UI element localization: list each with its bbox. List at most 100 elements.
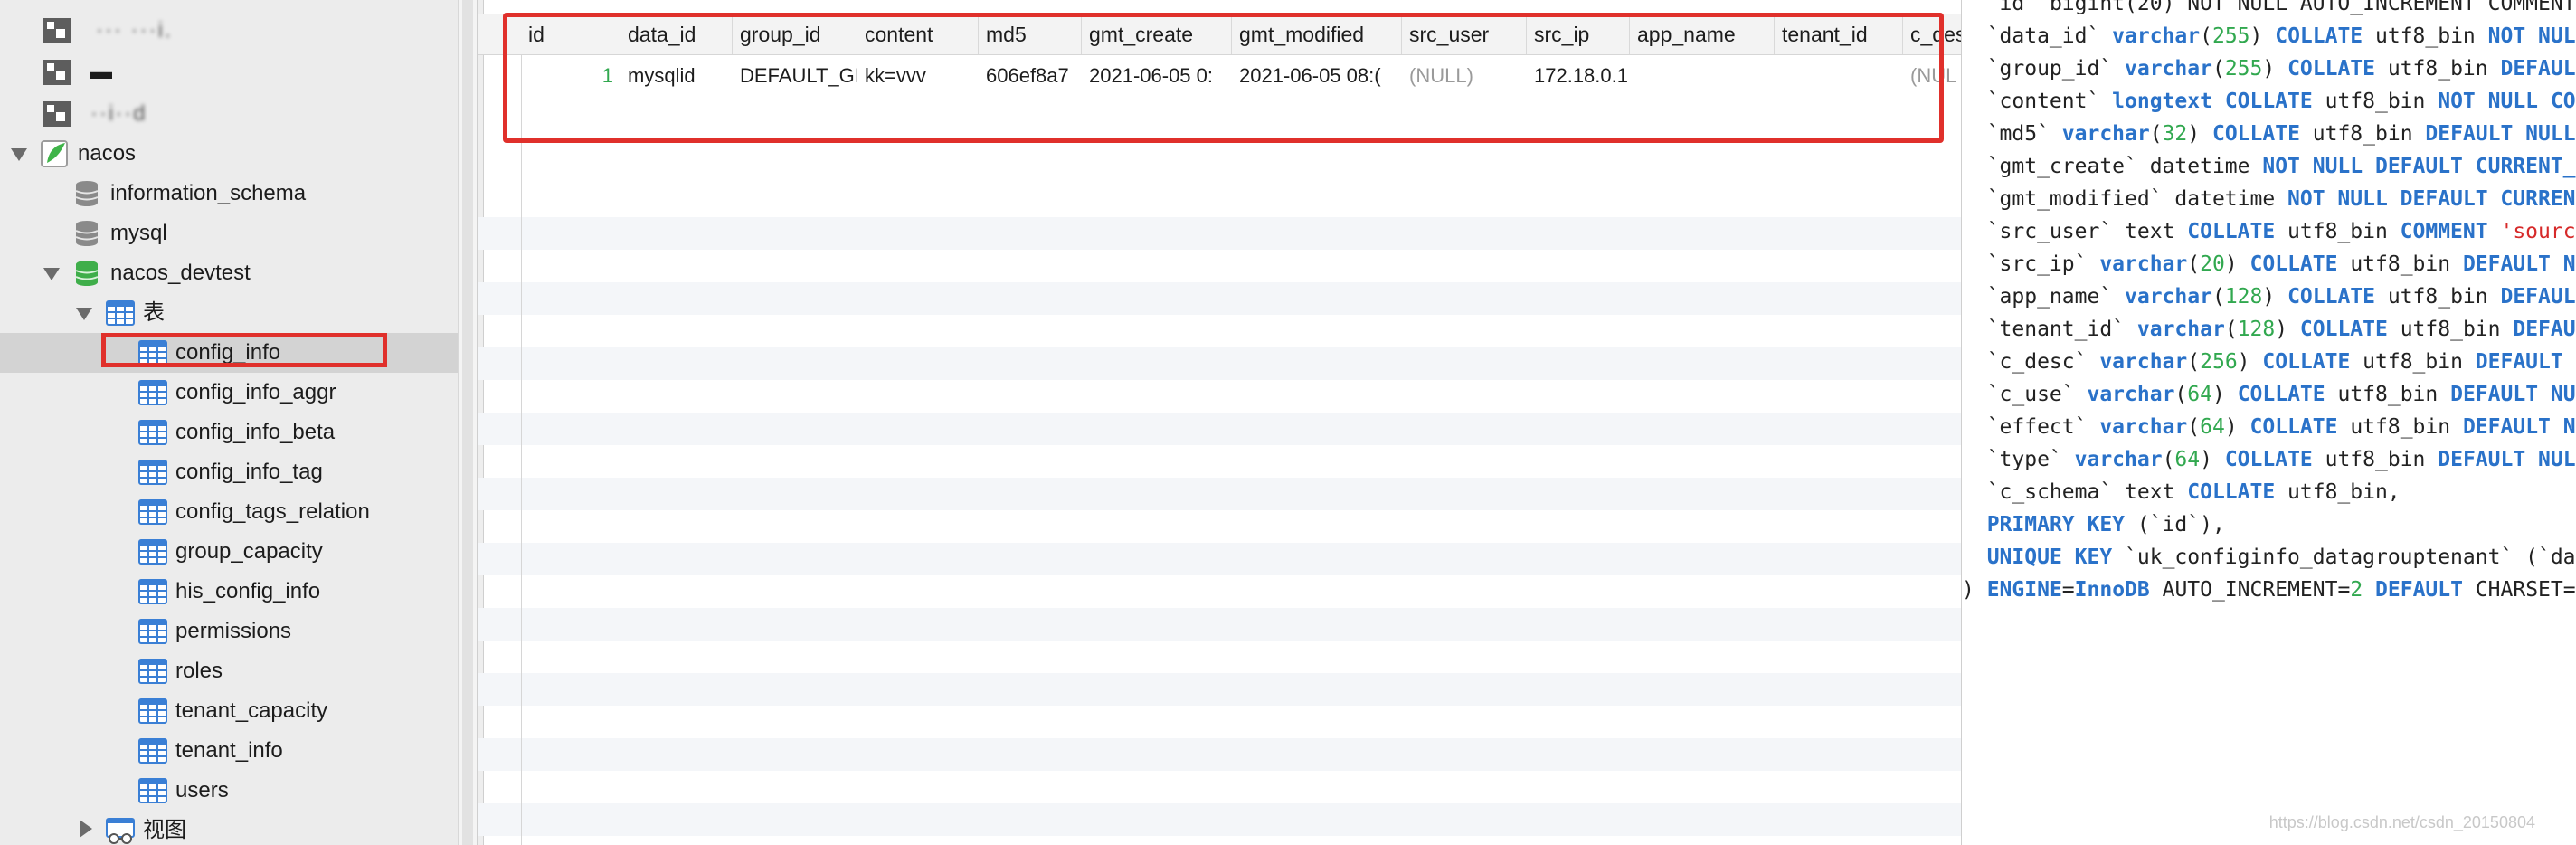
column-header[interactable]: content bbox=[857, 14, 979, 54]
tree-item-label: information_schema bbox=[110, 181, 307, 205]
tree-item-label: ▬ bbox=[90, 60, 112, 84]
tree-item-database-information-schema[interactable]: information_schema bbox=[0, 174, 458, 214]
table-cell[interactable]: 2021-06-05 0: bbox=[1082, 56, 1232, 96]
table-row[interactable]: 1 mysqlid DEFAULT_GI kk=vvv 606ef8a7 2021-06-… bbox=[478, 56, 1961, 96]
tree-item-table[interactable]: tenant_info bbox=[0, 731, 458, 771]
code-token: DEFAULT NULL C bbox=[2425, 122, 2576, 146]
tree-item-table[interactable]: config_info_aggr bbox=[0, 373, 458, 413]
tree-item-database-nacos-devtest[interactable]: nacos_devtest bbox=[0, 253, 458, 293]
table-cell[interactable] bbox=[1630, 56, 1775, 96]
tree-item-table[interactable]: config_info_tag bbox=[0, 452, 458, 492]
tree-item-connection-3[interactable]: ··i··d bbox=[0, 94, 458, 134]
ddl-preview-panel: `id` bigint(20) NOT NULL AUTO_INCREMENT … bbox=[1961, 0, 2576, 845]
tree-item-database-mysql[interactable]: mysql bbox=[0, 214, 458, 253]
code-token: 64 bbox=[2174, 448, 2201, 471]
tree-item-table[interactable]: roles bbox=[0, 651, 458, 691]
splitter-grip[interactable] bbox=[462, 0, 473, 845]
code-token: 64 bbox=[2187, 383, 2212, 406]
server-icon bbox=[42, 58, 72, 87]
column-header[interactable]: gmt_modified bbox=[1232, 14, 1402, 54]
table-cell[interactable]: 1 bbox=[521, 56, 620, 96]
table-cell[interactable]: (NUL bbox=[1903, 56, 1961, 96]
tree-item-label: tenant_capacity bbox=[175, 698, 328, 723]
table-cell[interactable]: 2021-06-05 08:( bbox=[1232, 56, 1402, 96]
column-header[interactable]: c_des bbox=[1903, 14, 1961, 54]
code-token: 255 bbox=[2211, 24, 2250, 48]
code-token: varchar bbox=[2125, 57, 2212, 81]
code-line: `gmt_modified` datetime NOT NULL DEFAULT… bbox=[1962, 183, 2576, 215]
code-token: ) bbox=[2275, 318, 2300, 341]
tree-item-table[interactable]: config_tags_relation bbox=[0, 492, 458, 532]
code-line: `group_id` varchar(255) COLLATE utf8_bin… bbox=[1962, 52, 2576, 85]
disclosure-down-icon[interactable] bbox=[43, 268, 60, 280]
tree-item-label: config_tags_relation bbox=[175, 499, 370, 524]
code-token: InnoDB bbox=[2074, 578, 2150, 602]
code-line: PRIMARY KEY (`id`), bbox=[1962, 508, 2225, 541]
tree-item-views-folder[interactable]: 视图 bbox=[0, 811, 458, 845]
tree-item-tables-folder[interactable]: 表 bbox=[0, 293, 458, 333]
sidebar-splitter[interactable] bbox=[458, 0, 478, 845]
column-header[interactable]: md5 bbox=[979, 14, 1082, 54]
disclosure-down-icon[interactable] bbox=[76, 308, 92, 320]
table-folder-icon bbox=[105, 299, 136, 328]
disclosure-down-icon[interactable] bbox=[11, 148, 27, 161]
column-header[interactable]: src_user bbox=[1402, 14, 1527, 54]
tree-item-connection-nacos[interactable]: nacos bbox=[0, 134, 458, 174]
code-token: NOT NULL bbox=[2487, 24, 2576, 48]
table-cell[interactable]: mysqlid bbox=[620, 56, 733, 96]
table-cell[interactable]: kk=vvv bbox=[857, 56, 979, 96]
tree-item-connection-1[interactable]: ··· ···i. bbox=[0, 11, 458, 51]
navicat-window: ··· ···i. ▬ ··i··d nacos information_sch… bbox=[0, 0, 2576, 845]
code-token: COMMENT bbox=[2400, 220, 2488, 243]
code-token: `src_ip` bbox=[1962, 252, 2100, 276]
view-folder-icon bbox=[105, 816, 136, 845]
code-line: `src_user` text COLLATE utf8_bin COMMENT… bbox=[1962, 215, 2576, 248]
table-cell[interactable]: DEFAULT_GI bbox=[733, 56, 857, 96]
tree-item-table[interactable]: his_config_info bbox=[0, 572, 458, 612]
tree-item-table[interactable]: group_capacity bbox=[0, 532, 458, 572]
code-line: UNIQUE KEY `uk_configinfo_datagrouptenan… bbox=[1962, 541, 2576, 574]
column-header[interactable]: id bbox=[521, 14, 620, 54]
leaf-connection-icon bbox=[40, 139, 71, 168]
code-token: `id` bbox=[1986, 0, 2038, 15]
code-token: DEFAULT NULL bbox=[2450, 383, 2576, 406]
empty-row-stripe bbox=[478, 217, 1961, 250]
code-token: CHARSET=ut bbox=[2475, 578, 2576, 602]
tree-item-table[interactable]: config_info bbox=[0, 333, 458, 373]
tree-item-table[interactable]: permissions bbox=[0, 612, 458, 651]
empty-row-stripe bbox=[478, 803, 1961, 836]
table-cell[interactable]: 606ef8a7 bbox=[979, 56, 1082, 96]
column-header[interactable]: data_id bbox=[620, 14, 733, 54]
tree-item-table[interactable]: config_info_beta bbox=[0, 413, 458, 452]
tree-item-label: roles bbox=[175, 659, 223, 683]
tree-item-connection-2[interactable]: ▬ bbox=[0, 52, 458, 92]
column-header[interactable]: tenant_id bbox=[1775, 14, 1903, 54]
object-tree-sidebar: ··· ···i. ▬ ··i··d nacos information_sch… bbox=[0, 0, 458, 845]
column-header[interactable]: src_ip bbox=[1527, 14, 1630, 54]
code-token: varchar bbox=[2087, 383, 2175, 406]
table-cell[interactable] bbox=[1775, 56, 1903, 96]
code-token: 2 bbox=[2350, 578, 2363, 602]
code-token: varchar bbox=[2125, 285, 2212, 309]
tree-item-table[interactable]: tenant_capacity bbox=[0, 691, 458, 731]
tree-item-table[interactable]: users bbox=[0, 771, 458, 811]
column-header[interactable]: group_id bbox=[733, 14, 857, 54]
code-token: DEFAULT bbox=[2513, 318, 2576, 341]
column-header[interactable]: gmt_create bbox=[1082, 14, 1232, 54]
code-token: 256 bbox=[2200, 350, 2238, 374]
disclosure-right-icon[interactable] bbox=[80, 820, 92, 838]
code-token: utf8_bin bbox=[2312, 448, 2439, 471]
code-token: ( bbox=[2187, 415, 2201, 439]
table-cell[interactable]: (NULL) bbox=[1402, 56, 1527, 96]
code-token: `md5` bbox=[1962, 122, 2062, 146]
code-token: `gmt_modified` datetime bbox=[1962, 187, 2288, 211]
table-icon bbox=[137, 378, 168, 407]
code-line: `app_name` varchar(128) COLLATE utf8_bin… bbox=[1962, 280, 2576, 313]
code-line: `content` longtext COLLATE utf8_bin NOT … bbox=[1962, 85, 2576, 118]
code-line: `c_desc` varchar(256) COLLATE utf8_bin D… bbox=[1962, 346, 2576, 378]
table-cell[interactable]: 172.18.0.1 bbox=[1527, 56, 1630, 96]
code-token: `data_id` bbox=[1962, 24, 2113, 48]
column-header[interactable]: app_name bbox=[1630, 14, 1775, 54]
